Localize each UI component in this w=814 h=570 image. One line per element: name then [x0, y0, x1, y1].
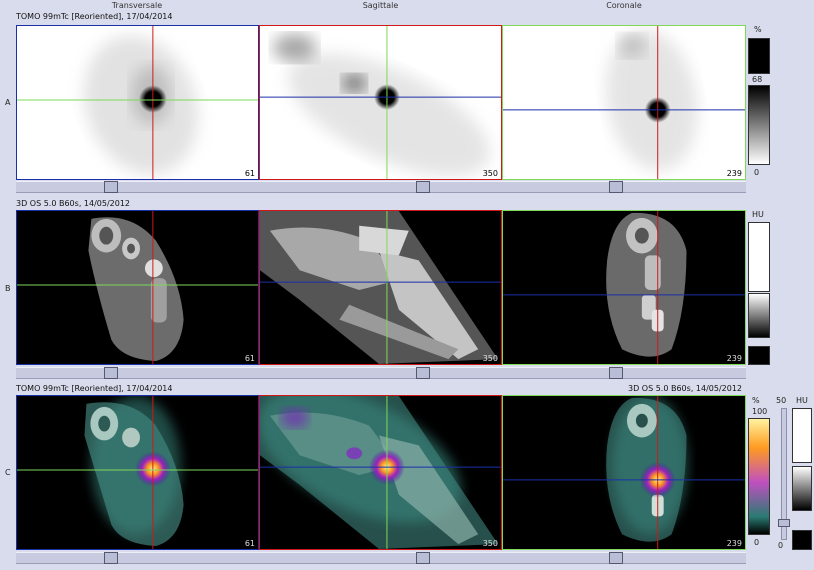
colorbar-top-block	[748, 38, 770, 74]
slider-thumb[interactable]	[416, 552, 430, 564]
slider-thumb[interactable]	[104, 367, 118, 379]
colorbar-min-percent: 0	[754, 538, 760, 547]
slice-number: 239	[726, 539, 742, 548]
colorbar-max: 68	[752, 75, 763, 84]
slider-thumb[interactable]	[416, 367, 430, 379]
colorbar-top-block	[748, 222, 770, 292]
row-b-sagittal-slider[interactable]	[259, 367, 502, 379]
row-a-letter: A	[5, 98, 11, 107]
fusion-coronal-image	[503, 396, 745, 549]
slice-number: 350	[482, 539, 498, 548]
row-c-title-right: 3D OS 5.0 B60s, 14/05/2012	[628, 384, 743, 393]
row-a-sagittal-view[interactable]: 350	[259, 25, 502, 180]
slice-number: 350	[482, 169, 498, 178]
row-c-transversal-slider[interactable]	[16, 552, 259, 564]
fusion-ratio-label: 50	[776, 396, 787, 405]
slice-number: 61	[244, 169, 255, 178]
ct-sagittal-image	[260, 211, 501, 364]
row-c-title-left: TOMO 99mTc [Reoriented], 17/04/2014	[16, 384, 173, 393]
row-b-letter: B	[5, 284, 11, 293]
fusion-transversal-image	[17, 396, 258, 549]
slider-thumb[interactable]	[778, 519, 790, 527]
colorbar-top-block	[792, 408, 812, 463]
colorbar-unit: HU	[752, 210, 764, 219]
row-a-transversal-slider[interactable]	[16, 181, 259, 193]
row-c-coronal-slider[interactable]	[502, 552, 746, 564]
spect-transversal-image	[17, 26, 258, 179]
column-header-sagittal: Sagittale	[362, 1, 399, 10]
slice-number: 61	[244, 539, 255, 548]
row-b-transversal-view[interactable]: 61	[16, 210, 259, 365]
colorbar-unit-percent: %	[752, 396, 760, 405]
colorbar-bottom-block	[748, 346, 770, 365]
slider-thumb[interactable]	[104, 552, 118, 564]
colorbar-hot-gradient[interactable]	[748, 418, 770, 535]
fusion-ratio-slider[interactable]	[778, 408, 790, 540]
slice-number: 350	[482, 354, 498, 363]
spect-coronal-image	[503, 26, 745, 179]
row-b-title: 3D OS 5.0 B60s, 14/05/2012	[16, 199, 131, 208]
colorbar-min: 0	[754, 168, 760, 177]
row-c-coronal-view[interactable]: 239	[502, 395, 746, 550]
slider-thumb[interactable]	[609, 181, 623, 193]
row-a-transversal-view[interactable]: 61	[16, 25, 259, 180]
row-b-sagittal-view[interactable]: 350	[259, 210, 502, 365]
colorbar-unit-hu: HU	[796, 396, 808, 405]
colorbar-max-percent: 100	[752, 407, 768, 416]
slider-thumb[interactable]	[104, 181, 118, 193]
colorbar-gray-gradient[interactable]	[748, 85, 770, 165]
row-c-letter: C	[5, 468, 11, 477]
slice-number: 239	[726, 169, 742, 178]
row-b-transversal-slider[interactable]	[16, 367, 259, 379]
row-b-coronal-slider[interactable]	[502, 367, 746, 379]
slice-number: 61	[244, 354, 255, 363]
row-c-transversal-view[interactable]: 61	[16, 395, 259, 550]
colorbar-bottom-block	[792, 530, 812, 550]
column-header-transversal: Transversale	[111, 1, 163, 10]
row-c-sagittal-view[interactable]: 350	[259, 395, 502, 550]
slider-thumb[interactable]	[416, 181, 430, 193]
colorbar-gray-gradient[interactable]	[792, 466, 812, 511]
colorbar-unit: %	[754, 25, 762, 34]
fusion-ratio-min: 0	[778, 541, 784, 550]
row-c-sagittal-slider[interactable]	[259, 552, 502, 564]
ct-coronal-image	[503, 211, 745, 364]
ct-transversal-image	[17, 211, 258, 364]
spect-sagittal-image	[260, 26, 501, 179]
slice-number: 239	[726, 354, 742, 363]
fusion-sagittal-image	[260, 396, 501, 549]
colorbar-gray-gradient[interactable]	[748, 293, 770, 338]
row-a-sagittal-slider[interactable]	[259, 181, 502, 193]
row-a-coronal-view[interactable]: 239	[502, 25, 746, 180]
column-header-coronal: Coronale	[606, 1, 642, 10]
row-b-coronal-view[interactable]: 239	[502, 210, 746, 365]
slider-thumb[interactable]	[609, 367, 623, 379]
row-a-title: TOMO 99mTc [Reoriented], 17/04/2014	[16, 12, 173, 21]
slider-thumb[interactable]	[609, 552, 623, 564]
row-a-coronal-slider[interactable]	[502, 181, 746, 193]
